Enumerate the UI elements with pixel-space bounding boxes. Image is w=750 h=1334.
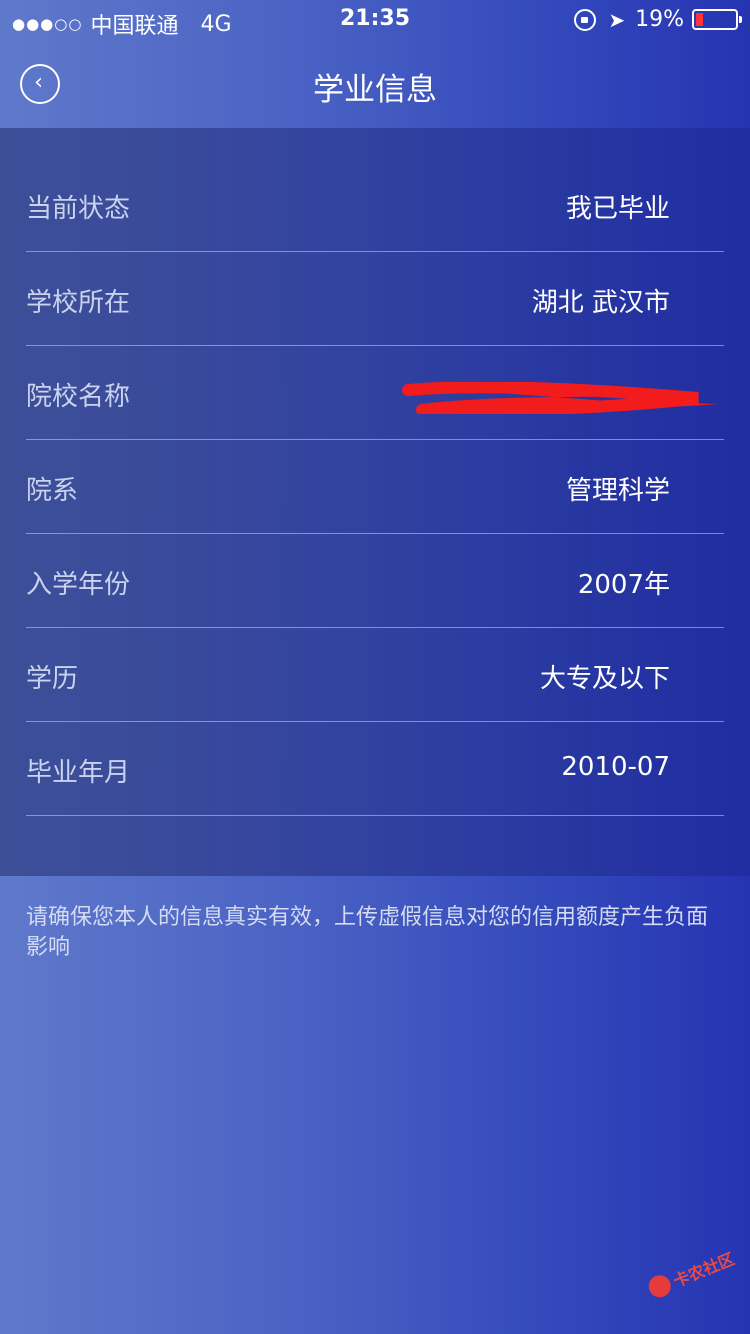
row-label: 院系 bbox=[26, 476, 79, 506]
row-value: 2007年 bbox=[577, 570, 670, 600]
battery-percent: 19% bbox=[635, 7, 684, 32]
info-row-school-name[interactable]: 院校名称 bbox=[26, 346, 724, 440]
navigation-bar: ‹ 学业信息 bbox=[0, 40, 750, 128]
row-label: 入学年份 bbox=[26, 570, 131, 600]
row-value: 湖北 武汉市 bbox=[531, 288, 670, 318]
rotation-lock-icon bbox=[574, 8, 597, 31]
row-label: 当前状态 bbox=[26, 194, 131, 224]
logo-icon bbox=[645, 1271, 675, 1301]
redaction-scribble bbox=[402, 382, 718, 414]
status-right: ➤ 19% bbox=[574, 7, 742, 32]
battery-icon bbox=[692, 9, 742, 30]
watermark-text: 卡农社区 bbox=[670, 1249, 738, 1291]
watermark: 卡农社区 bbox=[639, 1228, 750, 1317]
info-row-graduation-date[interactable]: 毕业年月 2010-07 bbox=[26, 722, 724, 816]
info-row-school-location[interactable]: 学校所在 湖北 武汉市 bbox=[26, 252, 724, 346]
row-label: 院校名称 bbox=[26, 382, 131, 412]
row-value: 大专及以下 bbox=[539, 664, 670, 694]
status-bar: ●●●○○ 中国联通 4G 21:35 ➤ 19% bbox=[0, 0, 750, 40]
info-row-education-level[interactable]: 学历 大专及以下 bbox=[26, 628, 724, 722]
education-info-panel: 当前状态 我已毕业 学校所在 湖北 武汉市 院校名称 院系 管理科学 入学年份 … bbox=[0, 128, 750, 876]
location-arrow-icon: ➤ bbox=[608, 7, 626, 32]
row-value: 2010-07 bbox=[561, 752, 670, 782]
info-row-status[interactable]: 当前状态 我已毕业 bbox=[26, 158, 724, 252]
page-title: 学业信息 bbox=[313, 72, 437, 108]
info-row-department[interactable]: 院系 管理科学 bbox=[26, 440, 724, 534]
row-value: 我已毕业 bbox=[565, 194, 670, 224]
row-label: 学校所在 bbox=[26, 288, 131, 318]
info-row-enrollment-year[interactable]: 入学年份 2007年 bbox=[26, 534, 724, 628]
row-label: 学历 bbox=[26, 664, 79, 694]
row-label: 毕业年月 bbox=[26, 758, 131, 788]
disclaimer-text: 请确保您本人的信息真实有效，上传虚假信息对您的信用额度产生负面影响 bbox=[26, 905, 709, 960]
row-value: 管理科学 bbox=[565, 476, 670, 506]
battery-fill bbox=[696, 13, 704, 26]
